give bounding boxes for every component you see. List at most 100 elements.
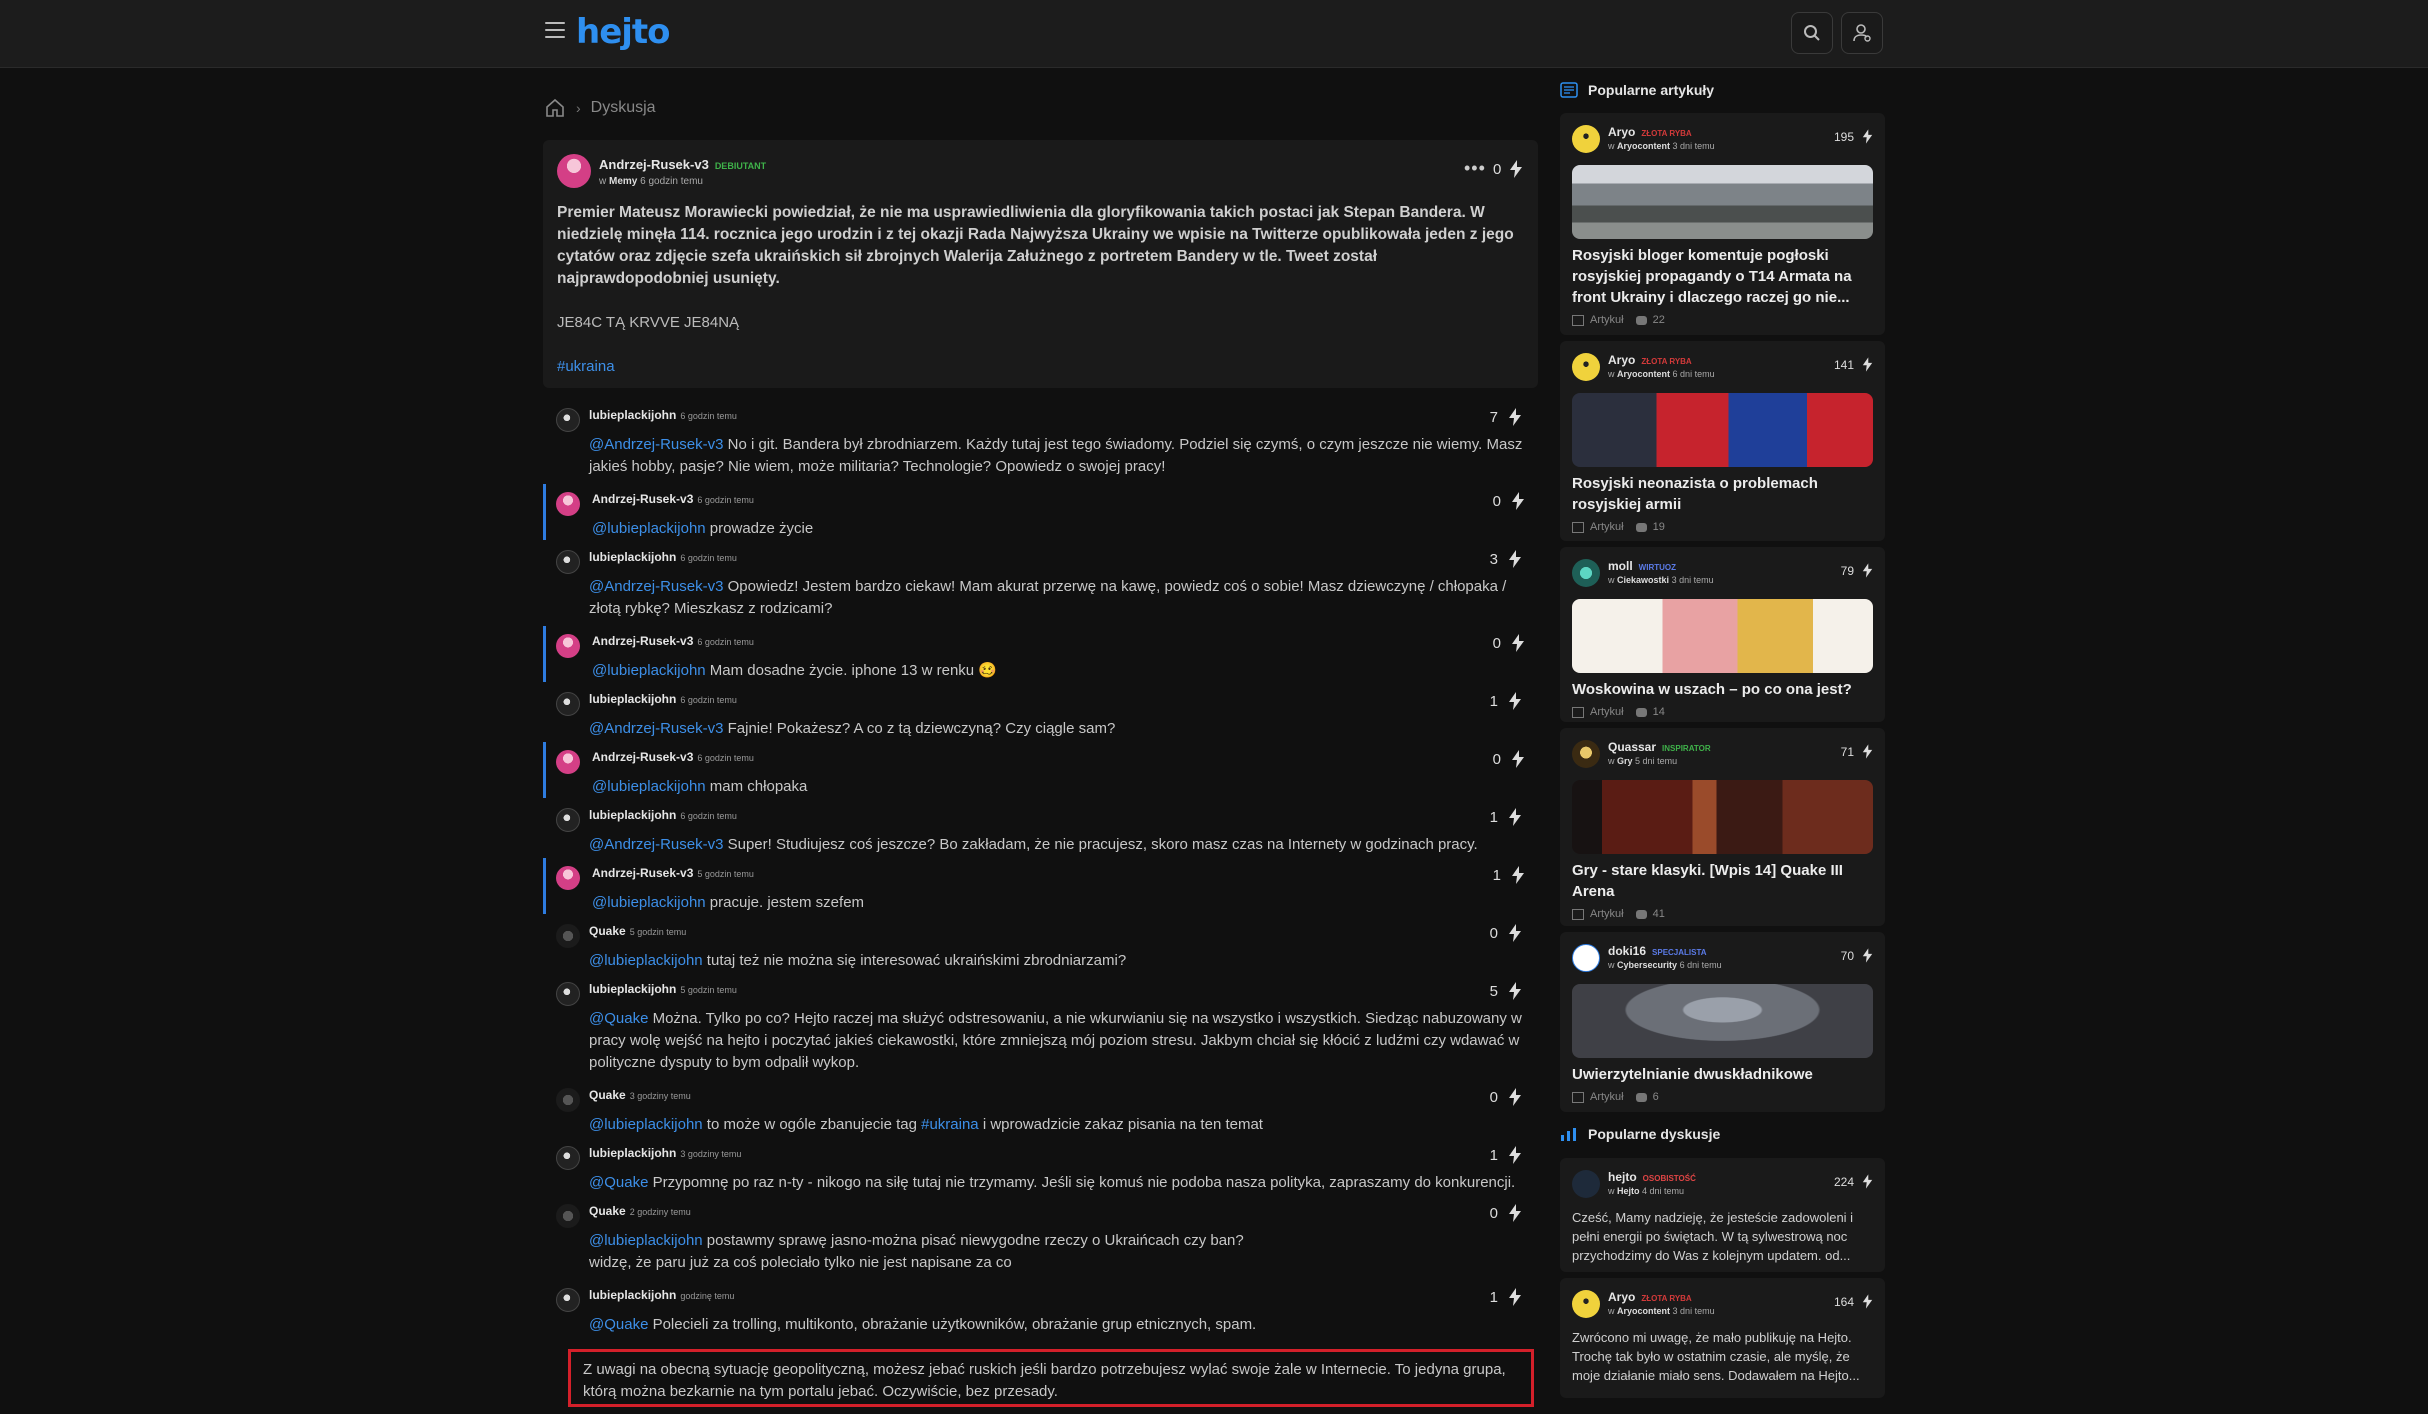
tag-link[interactable]: #ukraina	[921, 1116, 979, 1133]
lightning-icon[interactable]	[1509, 160, 1523, 178]
discussion-community[interactable]: Hejto	[1617, 1186, 1640, 1196]
comment-author[interactable]: Andrzej-Rusek-v3	[592, 866, 693, 880]
article-vote[interactable]: 70	[1841, 948, 1873, 963]
comment-avatar[interactable]	[556, 808, 580, 832]
lightning-icon[interactable]	[1862, 948, 1873, 963]
article-card[interactable]: Aryo ZŁOTA RYBA w Aryocontent 6 dni temu 14…	[1560, 341, 1885, 541]
comment-vote[interactable]: 1	[1493, 866, 1525, 884]
comment-avatar[interactable]	[556, 550, 580, 574]
discussion-excerpt[interactable]: Zwrócono mi uwagę, że mało publikuję na …	[1572, 1328, 1877, 1385]
article-author-avatar[interactable]	[1572, 125, 1600, 153]
article-thumbnail[interactable]	[1572, 393, 1873, 467]
lightning-icon[interactable]	[1508, 692, 1522, 710]
article-community[interactable]: Aryocontent	[1617, 369, 1670, 379]
article-title[interactable]: Uwierzytelnianie dwuskładnikowe	[1572, 1064, 1873, 1085]
comment-author[interactable]: lubieplackijohn	[589, 1288, 676, 1302]
article-card[interactable]: doki16 SPECJALISTA w Cybersecurity 6 dni t…	[1560, 932, 1885, 1112]
lightning-icon[interactable]	[1508, 924, 1522, 942]
mention-link[interactable]: @Andrzej-Rusek-v3	[589, 578, 723, 595]
lightning-icon[interactable]	[1511, 750, 1525, 768]
article-thumbnail[interactable]	[1572, 599, 1873, 673]
more-options-icon[interactable]: •••	[1464, 158, 1486, 179]
comment-author[interactable]: Andrzej-Rusek-v3	[592, 750, 693, 764]
comment-vote[interactable]: 0	[1493, 634, 1525, 652]
article-title[interactable]: Gry - stare klasyki. [Wpis 14] Quake III…	[1572, 860, 1873, 902]
mention-link[interactable]: @Quake	[589, 1010, 648, 1027]
lightning-icon[interactable]	[1862, 1294, 1873, 1309]
discussion-vote[interactable]: 164	[1834, 1294, 1873, 1309]
discussion-author[interactable]: Aryo	[1608, 1290, 1635, 1304]
article-vote[interactable]: 141	[1834, 357, 1873, 372]
comment-vote[interactable]: 0	[1490, 1204, 1522, 1222]
discussion-community[interactable]: Aryocontent	[1617, 1306, 1670, 1316]
comment-author[interactable]: lubieplackijohn	[589, 550, 676, 564]
comment-avatar[interactable]	[556, 1204, 580, 1228]
lightning-icon[interactable]	[1862, 357, 1873, 372]
mention-link[interactable]: @Andrzej-Rusek-v3	[589, 836, 723, 853]
article-vote[interactable]: 71	[1841, 744, 1873, 759]
post-vote[interactable]: 0	[1493, 160, 1523, 178]
mention-link[interactable]: @lubieplackijohn	[589, 1116, 703, 1133]
comment-author[interactable]: Quake	[589, 1088, 626, 1102]
lightning-icon[interactable]	[1862, 129, 1873, 144]
comment-author[interactable]: lubieplackijohn	[589, 1146, 676, 1160]
comment-vote[interactable]: 0	[1493, 492, 1525, 510]
comment-avatar[interactable]	[556, 692, 580, 716]
lightning-icon[interactable]	[1508, 550, 1522, 568]
lightning-icon[interactable]	[1508, 982, 1522, 1000]
mention-link[interactable]: @lubieplackijohn	[592, 520, 706, 537]
comment-vote[interactable]: 7	[1490, 408, 1522, 426]
mention-link[interactable]: @lubieplackijohn	[589, 952, 703, 969]
lightning-icon[interactable]	[1862, 1174, 1873, 1189]
post-tag[interactable]: #ukraina	[557, 358, 615, 375]
article-community[interactable]: Gry	[1617, 756, 1633, 766]
comment-avatar[interactable]	[556, 492, 580, 516]
comment-vote[interactable]: 1	[1490, 1288, 1522, 1306]
discussion-author-avatar[interactable]	[1572, 1290, 1600, 1318]
discussion-card[interactable]: Aryo ZŁOTA RYBA w Aryocontent 3 dni temu 16…	[1560, 1278, 1885, 1398]
article-author-avatar[interactable]	[1572, 353, 1600, 381]
comment-avatar[interactable]	[556, 1088, 580, 1112]
article-author[interactable]: Aryo	[1608, 125, 1635, 139]
article-author[interactable]: Aryo	[1608, 353, 1635, 367]
comment-avatar[interactable]	[556, 1146, 580, 1170]
lightning-icon[interactable]	[1511, 492, 1525, 510]
lightning-icon[interactable]	[1511, 866, 1525, 884]
mention-link[interactable]: @lubieplackijohn	[592, 778, 706, 795]
comment-vote[interactable]: 3	[1490, 550, 1522, 568]
home-icon[interactable]	[544, 97, 566, 119]
discussion-vote[interactable]: 224	[1834, 1174, 1873, 1189]
mention-link[interactable]: @lubieplackijohn	[589, 1232, 703, 1249]
article-community[interactable]: Cybersecurity	[1617, 960, 1677, 970]
comment-vote[interactable]: 1	[1490, 692, 1522, 710]
article-card[interactable]: Aryo ZŁOTA RYBA w Aryocontent 3 dni temu 19…	[1560, 113, 1885, 335]
author-avatar[interactable]	[557, 154, 591, 188]
article-thumbnail[interactable]	[1572, 780, 1873, 854]
comment-author[interactable]: Quake	[589, 924, 626, 938]
article-vote[interactable]: 195	[1834, 129, 1873, 144]
lightning-icon[interactable]	[1508, 408, 1522, 426]
mention-link[interactable]: @Quake	[589, 1174, 648, 1191]
article-thumbnail[interactable]	[1572, 984, 1873, 1058]
search-button[interactable]	[1791, 12, 1833, 54]
article-author[interactable]: moll	[1608, 559, 1633, 573]
article-community[interactable]: Aryocontent	[1617, 141, 1670, 151]
mention-link[interactable]: @Andrzej-Rusek-v3	[589, 436, 723, 453]
article-vote[interactable]: 79	[1841, 563, 1873, 578]
article-card[interactable]: Quassar INSPIRATOR w Gry 5 dni temu 71 Gry -…	[1560, 728, 1885, 926]
comment-vote[interactable]: 0	[1490, 1088, 1522, 1106]
lightning-icon[interactable]	[1511, 634, 1525, 652]
discussion-card[interactable]: hejto OSOBISTOŚĆ w Hejto 4 dni temu 224 Cześ…	[1560, 1158, 1885, 1272]
article-title[interactable]: Rosyjski neonazista o problemach rosyjsk…	[1572, 473, 1873, 515]
comment-author[interactable]: lubieplackijohn	[589, 408, 676, 422]
article-author[interactable]: Quassar	[1608, 740, 1656, 754]
lightning-icon[interactable]	[1508, 1204, 1522, 1222]
lightning-icon[interactable]	[1508, 808, 1522, 826]
mention-link[interactable]: @lubieplackijohn	[592, 662, 706, 679]
comment-avatar[interactable]	[556, 982, 580, 1006]
post-community[interactable]: Memy	[609, 176, 637, 187]
post-author[interactable]: Andrzej-Rusek-v3	[599, 157, 709, 172]
comment-vote[interactable]: 1	[1490, 1146, 1522, 1164]
discussion-author-avatar[interactable]	[1572, 1170, 1600, 1198]
discussion-author[interactable]: hejto	[1608, 1170, 1637, 1184]
